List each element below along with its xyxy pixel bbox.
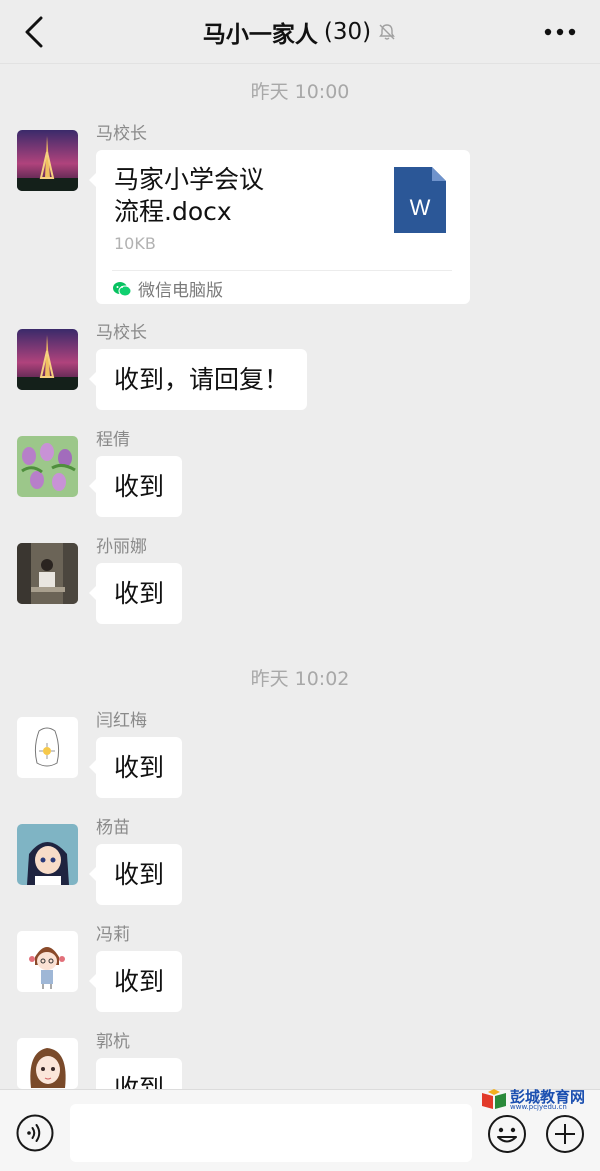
file-source-label: 微信电脑版 (138, 281, 223, 301)
eiffel-tower-avatar-image (17, 329, 78, 390)
chat-title-group: 马小一家人 (30) (203, 15, 397, 49)
message-bubble[interactable]: 收到，请回复！ (88, 349, 308, 410)
plus-icon[interactable] (545, 1114, 585, 1154)
chat-header: 马小一家人 (30) (0, 0, 600, 64)
cartoon-girl-avatar-image (17, 931, 78, 992)
watermark-url: www.pcjyedu.cn (510, 1103, 567, 1111)
message-bubble[interactable]: 收到 (88, 844, 183, 905)
wechat-icon (113, 281, 132, 296)
book-logo-icon (482, 1089, 506, 1109)
sender-name: 冯莉 (96, 925, 130, 945)
avatar[interactable] (17, 436, 78, 497)
watermark-logo: 彭城教育网 www.pcjyedu.cn (480, 1086, 586, 1112)
sender-name: 闫红梅 (96, 711, 147, 731)
avatar[interactable] (17, 717, 78, 778)
anime-character-avatar-image (17, 824, 78, 885)
message-bubble[interactable]: 收到 (88, 737, 183, 798)
person-photo-avatar-image (17, 543, 78, 604)
sender-name: 马校长 (96, 124, 147, 144)
message-bubble[interactable]: 收到 (88, 951, 183, 1012)
sender-name: 杨苗 (96, 818, 130, 838)
more-dots-icon (544, 28, 576, 36)
file-name-line-2: 流程.docx (114, 197, 232, 226)
message-bubble[interactable]: 收到 (88, 563, 183, 624)
sender-name: 马校长 (96, 323, 147, 343)
file-size: 10KB (114, 234, 156, 253)
more-options-button[interactable] (540, 16, 580, 48)
avatar[interactable] (17, 1038, 78, 1089)
chevron-left-icon (25, 16, 43, 48)
message-bubble[interactable]: 收到 (88, 456, 183, 517)
avatar[interactable] (17, 931, 78, 992)
file-name: 马家小学会议 流程.docx (114, 164, 354, 228)
message-input[interactable] (70, 1104, 472, 1162)
word-document-icon: W (394, 167, 446, 233)
sketch-avatar-image (17, 717, 78, 778)
file-source: 微信电脑版 (112, 276, 223, 301)
timestamp: 昨天 10:02 (250, 668, 350, 690)
file-name-line-1: 马家小学会议 (114, 165, 265, 194)
sender-name: 程倩 (96, 430, 130, 450)
illustrated-girl-avatar-image (17, 1038, 78, 1089)
avatar[interactable] (17, 329, 78, 390)
avatar[interactable] (17, 824, 78, 885)
back-button[interactable] (16, 14, 52, 50)
mute-bell-icon (379, 23, 396, 40)
timestamp: 昨天 10:00 (250, 81, 350, 103)
eiffel-tower-avatar-image (17, 130, 78, 191)
tulips-avatar-image (17, 436, 78, 497)
sender-name: 孙丽娜 (96, 537, 147, 557)
member-count: (30) (323, 18, 372, 45)
file-message-card[interactable]: 马家小学会议 流程.docx 10KB W 微信电脑版 (89, 150, 470, 304)
voice-input-icon[interactable] (16, 1114, 54, 1152)
emoji-icon[interactable] (487, 1114, 527, 1154)
chat-title: 马小一家人 (202, 21, 318, 48)
sender-name: 郭杭 (96, 1032, 130, 1052)
word-icon-letter: W (410, 195, 431, 220)
divider (112, 270, 452, 271)
avatar[interactable] (17, 130, 78, 191)
avatar[interactable] (17, 543, 78, 604)
